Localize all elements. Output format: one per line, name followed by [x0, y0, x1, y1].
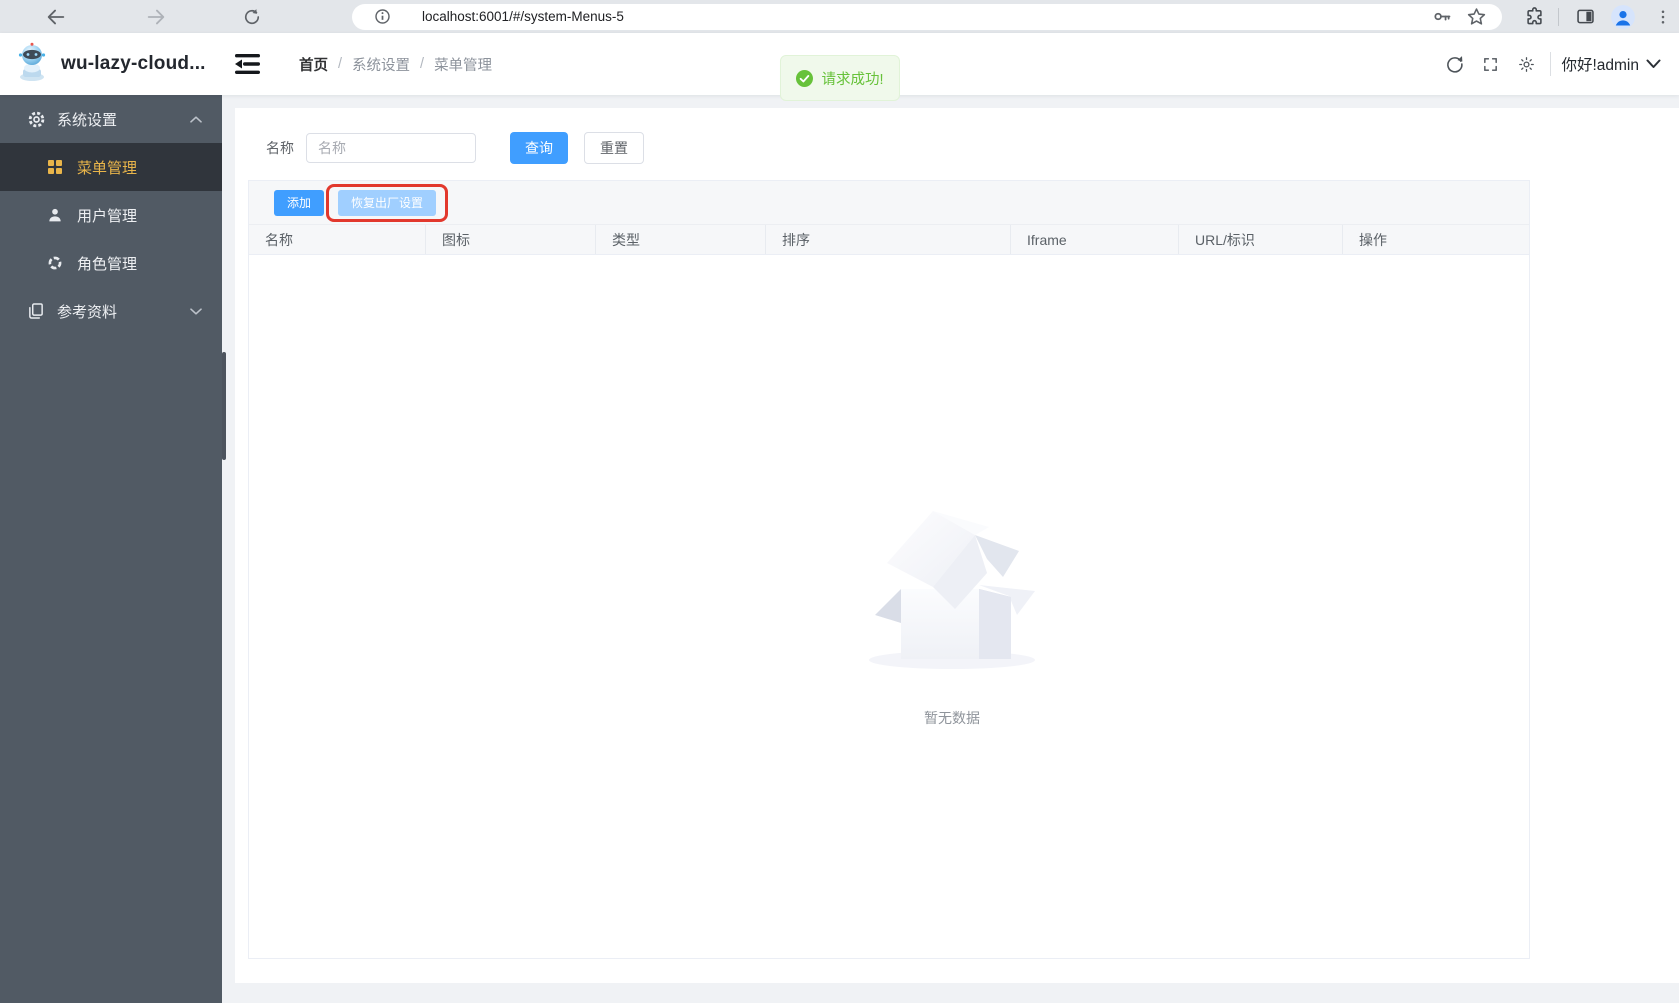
gear-icon [27, 110, 49, 129]
app-logo-icon [13, 42, 51, 87]
chevron-up-icon [190, 115, 202, 123]
column-header-actions: 操作 [1359, 231, 1387, 248]
refresh-icon[interactable] [1443, 53, 1465, 75]
add-button[interactable]: 添加 [274, 189, 325, 216]
sidebar-scrollbar-thumb[interactable] [222, 352, 226, 460]
query-button[interactable]: 查询 [510, 132, 568, 164]
user-greeting: 你好!admin [1561, 57, 1639, 74]
breadcrumb-separator: / [338, 56, 343, 72]
app-body: 系统设置 菜单管理 用户管理 角色管理 参考资料 名称 名称 查询 重置 添加 … [0, 95, 1679, 1003]
name-search-input[interactable] [306, 133, 476, 163]
sidebar-item-user-management[interactable]: 用户管理 [0, 191, 222, 239]
table-header-row: 名称 图标 类型 排序 Iframe URL/标识 操作 [249, 225, 1529, 255]
breadcrumb-menu-management: 菜单管理 [434, 57, 493, 74]
column-header-iframe: Iframe [1011, 225, 1179, 254]
breadcrumb-separator: / [420, 56, 425, 72]
factory-reset-button[interactable]: 恢复出厂设置 [338, 189, 437, 216]
profile-avatar-icon[interactable] [1611, 4, 1635, 29]
browser-toolbar: localhost:6001/#/system-Menus-5 [0, 0, 1679, 33]
address-bar[interactable]: localhost:6001/#/system-Menus-5 [352, 3, 1502, 30]
success-toast: 请求成功! [779, 55, 900, 101]
breadcrumb-home[interactable]: 首页 [299, 54, 328, 75]
check-circle-icon [795, 69, 813, 87]
documents-icon [27, 302, 49, 320]
grid-icon [47, 159, 69, 175]
reset-button[interactable]: 重置 [584, 132, 644, 164]
fullscreen-icon[interactable] [1479, 53, 1501, 75]
column-header-url: URL/标识 [1179, 225, 1343, 254]
browser-back-icon[interactable] [44, 5, 68, 29]
main-content: 名称 查询 重置 添加 恢复出厂设置 名称 图标 类型 排序 [222, 95, 1679, 1003]
sidebar: 系统设置 菜单管理 用户管理 角色管理 参考资料 [0, 95, 222, 1003]
table-toolbar: 添加 恢复出厂设置 [249, 181, 1529, 225]
sidebar-group-system-settings[interactable]: 系统设置 [0, 95, 222, 143]
empty-state: 暂无数据 [867, 499, 1037, 728]
column-header-sort: 排序 [766, 225, 1011, 254]
empty-box-illustration [869, 511, 1035, 669]
extensions-icon[interactable] [1522, 5, 1546, 29]
collapse-sidebar-icon[interactable] [234, 52, 261, 76]
password-key-icon[interactable] [1430, 5, 1454, 29]
breadcrumb: 首页 / 系统设置 / 菜单管理 [299, 54, 492, 75]
header-actions: 你好!admin [1443, 52, 1679, 76]
toolbar-divider [1558, 7, 1559, 26]
bookmark-star-icon[interactable] [1464, 5, 1488, 29]
chevron-down-icon [190, 307, 202, 315]
column-header-icon: 图标 [426, 225, 596, 254]
site-info-icon[interactable] [372, 7, 392, 27]
sidebar-group-reference-materials[interactable]: 参考资料 [0, 287, 222, 335]
sidebar-group-label: 参考资料 [57, 303, 118, 321]
search-form: 名称 查询 重置 [266, 132, 1663, 164]
breadcrumb-system-settings[interactable]: 系统设置 [352, 54, 410, 75]
url-text[interactable]: localhost:6001/#/system-Menus-5 [422, 9, 1430, 24]
browser-menu-icon[interactable] [1651, 5, 1675, 29]
sidebar-item-role-management[interactable]: 角色管理 [0, 239, 222, 287]
sidebar-item-menu-management[interactable]: 菜单管理 [0, 143, 222, 191]
content-card: 名称 查询 重置 添加 恢复出厂设置 名称 图标 类型 排序 [235, 108, 1679, 983]
sidebar-item-label: 用户管理 [77, 207, 138, 225]
menus-table: 添加 恢复出厂设置 名称 图标 类型 排序 Iframe URL/标识 操作 暂… [248, 180, 1530, 959]
browser-forward-icon[interactable] [144, 5, 168, 29]
sidebar-item-label: 菜单管理 [77, 159, 138, 177]
roles-icon [47, 255, 69, 271]
name-field-label: 名称 [266, 140, 294, 156]
chevron-down-icon [1646, 59, 1661, 68]
logo-area: wu-lazy-cloud... [0, 42, 222, 87]
side-panel-icon[interactable] [1573, 5, 1597, 29]
browser-reload-icon[interactable] [240, 5, 264, 29]
sidebar-item-label: 角色管理 [77, 255, 138, 273]
theme-sun-icon[interactable] [1515, 53, 1537, 75]
toast-message: 请求成功! [821, 71, 884, 88]
column-header-type: 类型 [596, 225, 766, 254]
user-icon [47, 207, 69, 223]
app-title: wu-lazy-cloud... [61, 53, 206, 74]
sidebar-group-label: 系统设置 [57, 111, 118, 129]
user-menu[interactable]: 你好!admin [1561, 53, 1661, 75]
header-divider [1550, 52, 1552, 76]
table-body-empty: 暂无数据 [249, 255, 1529, 958]
empty-text: 暂无数据 [924, 710, 980, 726]
column-header-name: 名称 [249, 225, 426, 254]
